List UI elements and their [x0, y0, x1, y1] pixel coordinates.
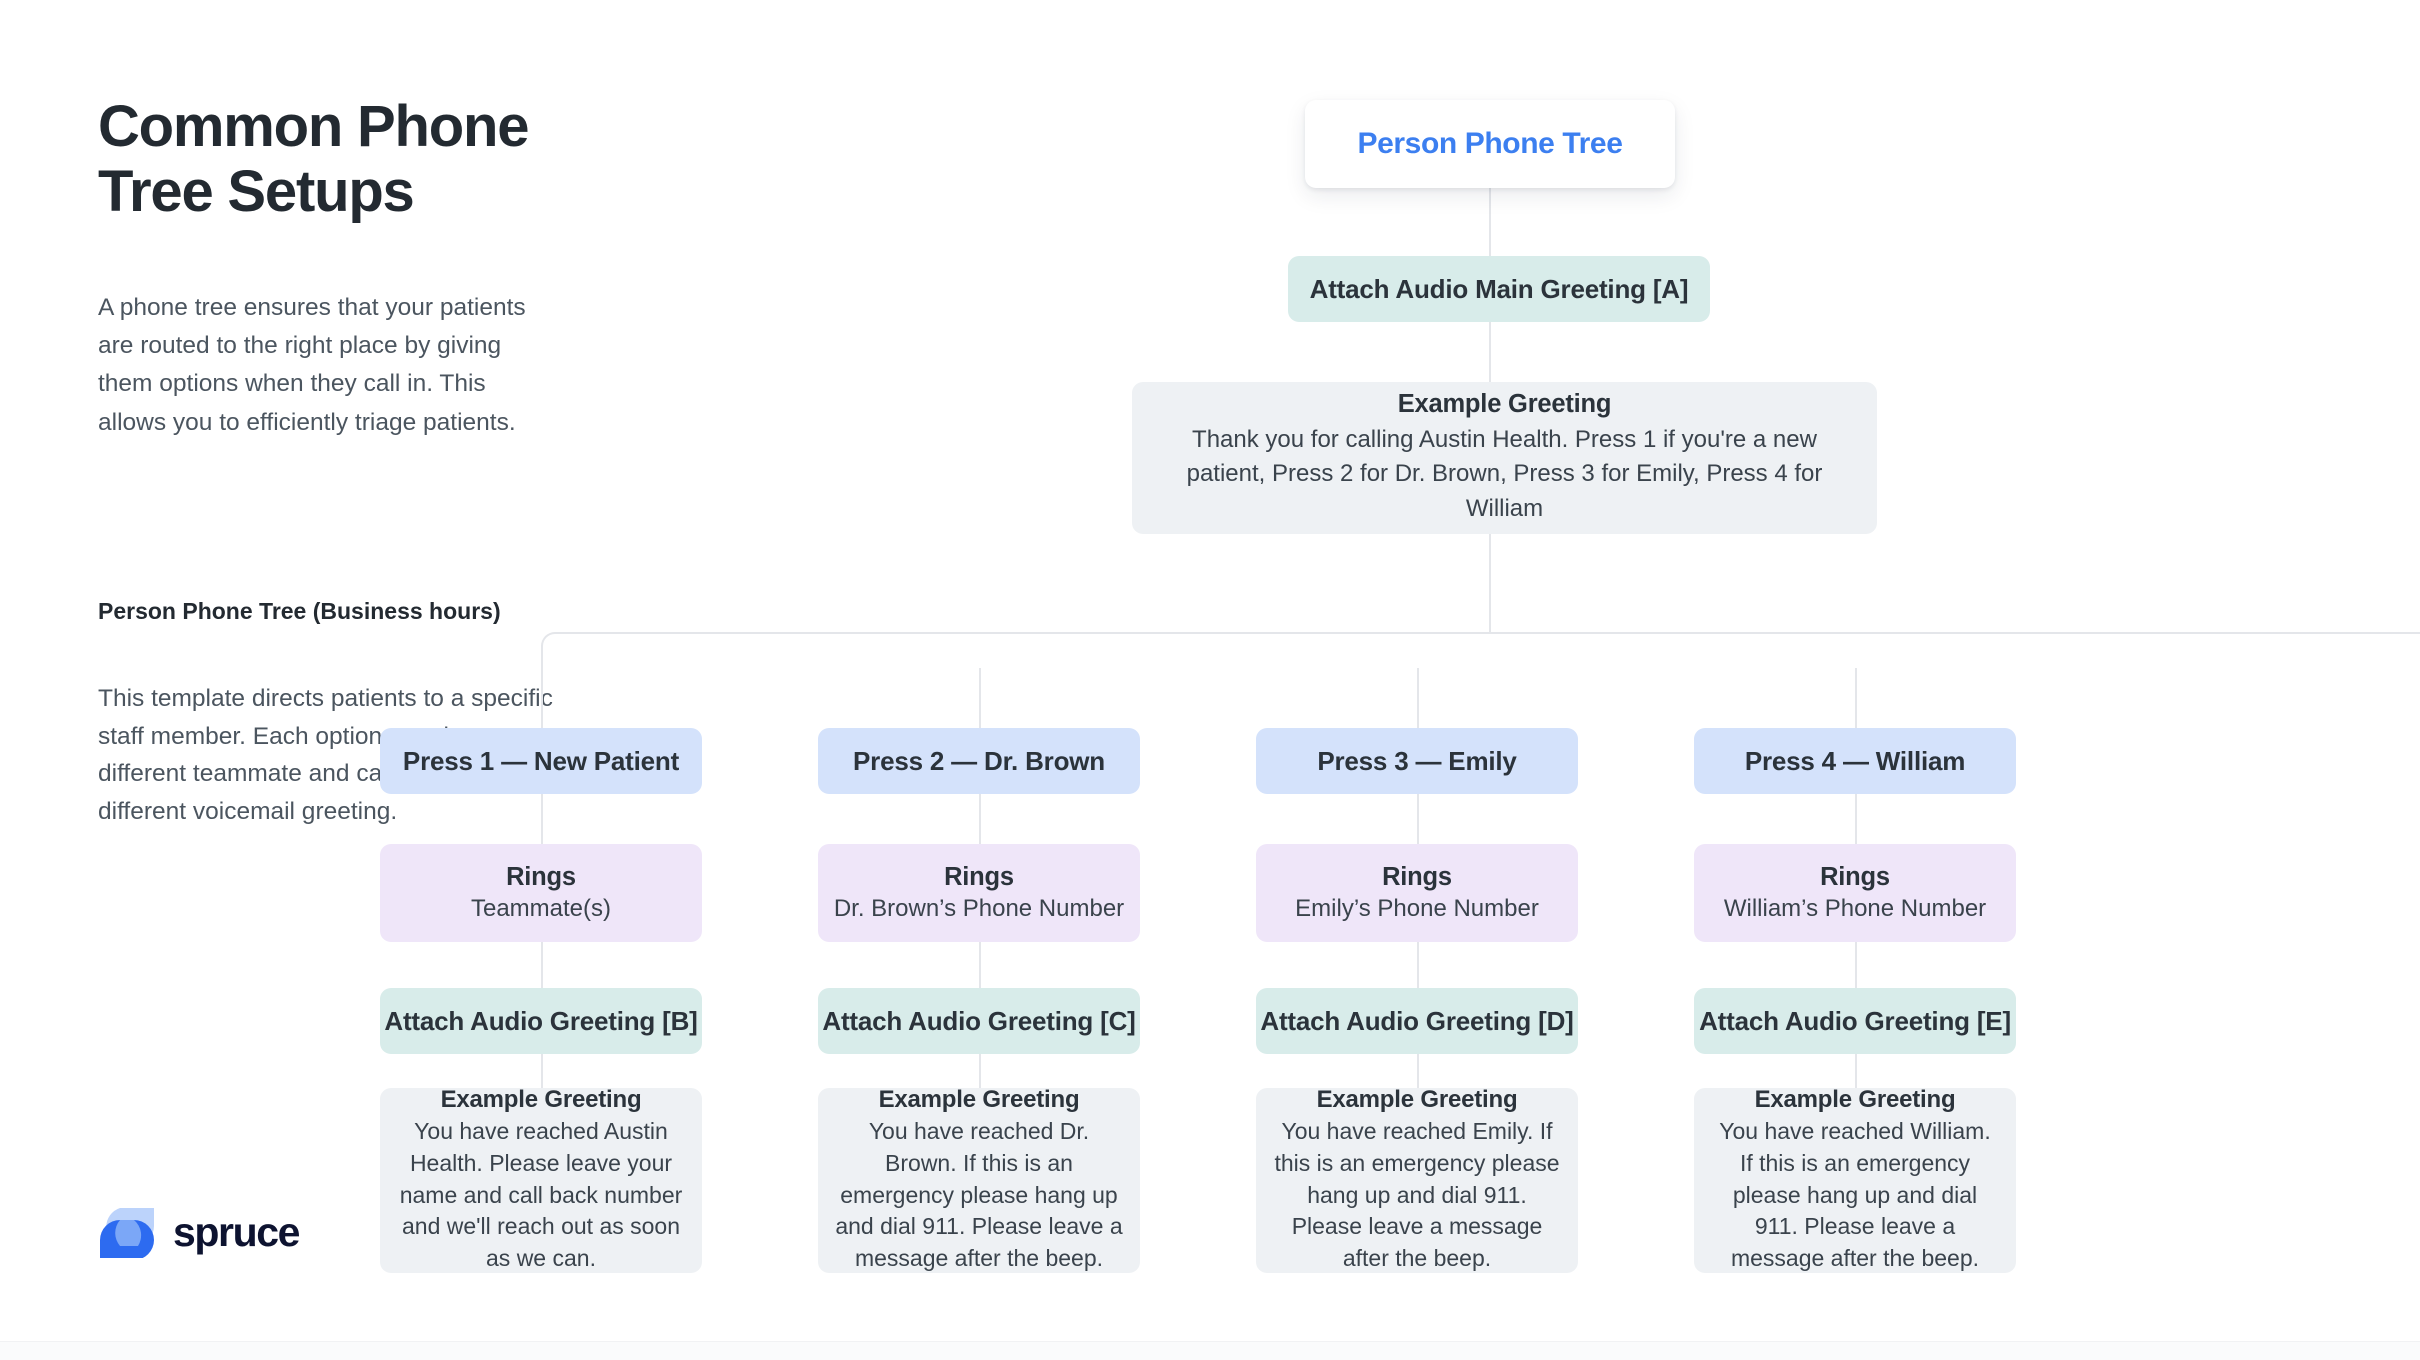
node-main-greeting-label: Example Greeting	[1397, 390, 1612, 419]
node-greeting-4-label: Example Greeting	[1754, 1086, 1956, 1114]
node-main-audio-label: Attach Audio Main Greeting [A]	[1309, 273, 1689, 304]
node-rings-3: Rings Emily’s Phone Number	[1256, 844, 1578, 942]
node-option-2[interactable]: Press 2 — Dr. Brown	[818, 728, 1140, 794]
section-heading: Person Phone Tree (Business hours)	[98, 598, 501, 624]
node-greeting-1-body: You have reached Austin Health. Please l…	[399, 1118, 683, 1272]
node-option-3[interactable]: Press 3 — Emily	[1256, 728, 1578, 794]
node-rings-1-label: Rings	[506, 863, 576, 891]
node-audio-2[interactable]: Attach Audio Greeting [C]	[818, 988, 1140, 1054]
node-rings-3-label: Rings	[1382, 863, 1452, 891]
node-greeting-1: Example Greeting You have reached Austin…	[380, 1086, 702, 1273]
spruce-leaf-logo-icon	[98, 1206, 156, 1260]
left-panel: Common Phone Tree Setups A phone tree en…	[98, 94, 618, 825]
node-rings-1-value: Teammate(s)	[470, 895, 612, 922]
branch-bracket	[541, 632, 2420, 670]
node-greeting-4: Example Greeting You have reached Willia…	[1694, 1086, 2016, 1273]
brand-logo: spruce	[98, 1206, 300, 1260]
node-audio-3-label: Attach Audio Greeting [D]	[1260, 1005, 1574, 1036]
intro-paragraph: A phone tree ensures that your patients …	[98, 293, 526, 436]
node-rings-1: Rings Teammate(s)	[380, 844, 702, 942]
node-main-greeting: Example Greeting Thank you for calling A…	[1132, 382, 1877, 534]
node-main-audio[interactable]: Attach Audio Main Greeting [A]	[1288, 256, 1710, 322]
node-greeting-3-label: Example Greeting	[1316, 1086, 1518, 1114]
node-rings-3-value: Emily’s Phone Number	[1295, 895, 1539, 922]
node-option-1[interactable]: Press 1 — New Patient	[380, 728, 702, 794]
branch-drop-2	[979, 668, 981, 728]
branch-drop-3	[1417, 668, 1419, 728]
branch-drop-1	[541, 668, 543, 728]
node-greeting-2-body: You have reached Dr. Brown. If this is a…	[835, 1118, 1123, 1272]
node-audio-4[interactable]: Attach Audio Greeting [E]	[1694, 988, 2016, 1054]
node-rings-2-label: Rings	[944, 863, 1014, 891]
node-root[interactable]: Person Phone Tree	[1305, 100, 1675, 188]
brand-wordmark: spruce	[173, 1208, 300, 1255]
node-audio-1-label: Attach Audio Greeting [B]	[384, 1005, 698, 1036]
branch-drop-4	[1855, 668, 1857, 728]
node-root-label: Person Phone Tree	[1357, 127, 1623, 160]
node-greeting-4-body: You have reached William. If this is an …	[1719, 1118, 1991, 1272]
node-greeting-3: Example Greeting You have reached Emily.…	[1256, 1086, 1578, 1273]
node-option-1-label: Press 1 — New Patient	[402, 745, 680, 776]
node-option-4[interactable]: Press 4 — William	[1694, 728, 2016, 794]
node-greeting-2: Example Greeting You have reached Dr. Br…	[818, 1086, 1140, 1273]
infographic-page: Common Phone Tree Setups A phone tree en…	[0, 0, 2420, 1360]
node-option-3-label: Press 3 — Emily	[1317, 745, 1517, 776]
node-greeting-3-body: You have reached Emily. If this is an em…	[1274, 1118, 1560, 1272]
page-title: Common Phone Tree Setups	[98, 94, 529, 224]
node-audio-4-label: Attach Audio Greeting [E]	[1699, 1005, 2011, 1036]
node-audio-3[interactable]: Attach Audio Greeting [D]	[1256, 988, 1578, 1054]
connector-audio-to-greeting	[1489, 322, 1491, 384]
node-audio-2-label: Attach Audio Greeting [C]	[822, 1005, 1136, 1036]
node-rings-2: Rings Dr. Brown’s Phone Number	[818, 844, 1140, 942]
connector-root-to-audio	[1489, 188, 1491, 258]
node-rings-4-label: Rings	[1820, 863, 1890, 891]
node-option-4-label: Press 4 — William	[1744, 745, 1966, 776]
node-main-greeting-body: Thank you for calling Austin Health. Pre…	[1186, 426, 1823, 522]
node-option-2-label: Press 2 — Dr. Brown	[853, 745, 1105, 776]
node-rings-2-value: Dr. Brown’s Phone Number	[833, 895, 1125, 922]
phone-tree-diagram: Person Phone Tree Attach Audio Main Gree…	[380, 0, 2420, 1360]
connector-greeting-to-branch	[1489, 534, 1491, 633]
node-greeting-1-label: Example Greeting	[440, 1086, 642, 1114]
node-greeting-2-label: Example Greeting	[878, 1086, 1080, 1114]
node-rings-4: Rings William’s Phone Number	[1694, 844, 2016, 942]
node-audio-1[interactable]: Attach Audio Greeting [B]	[380, 988, 702, 1054]
node-rings-4-value: William’s Phone Number	[1723, 895, 1987, 922]
